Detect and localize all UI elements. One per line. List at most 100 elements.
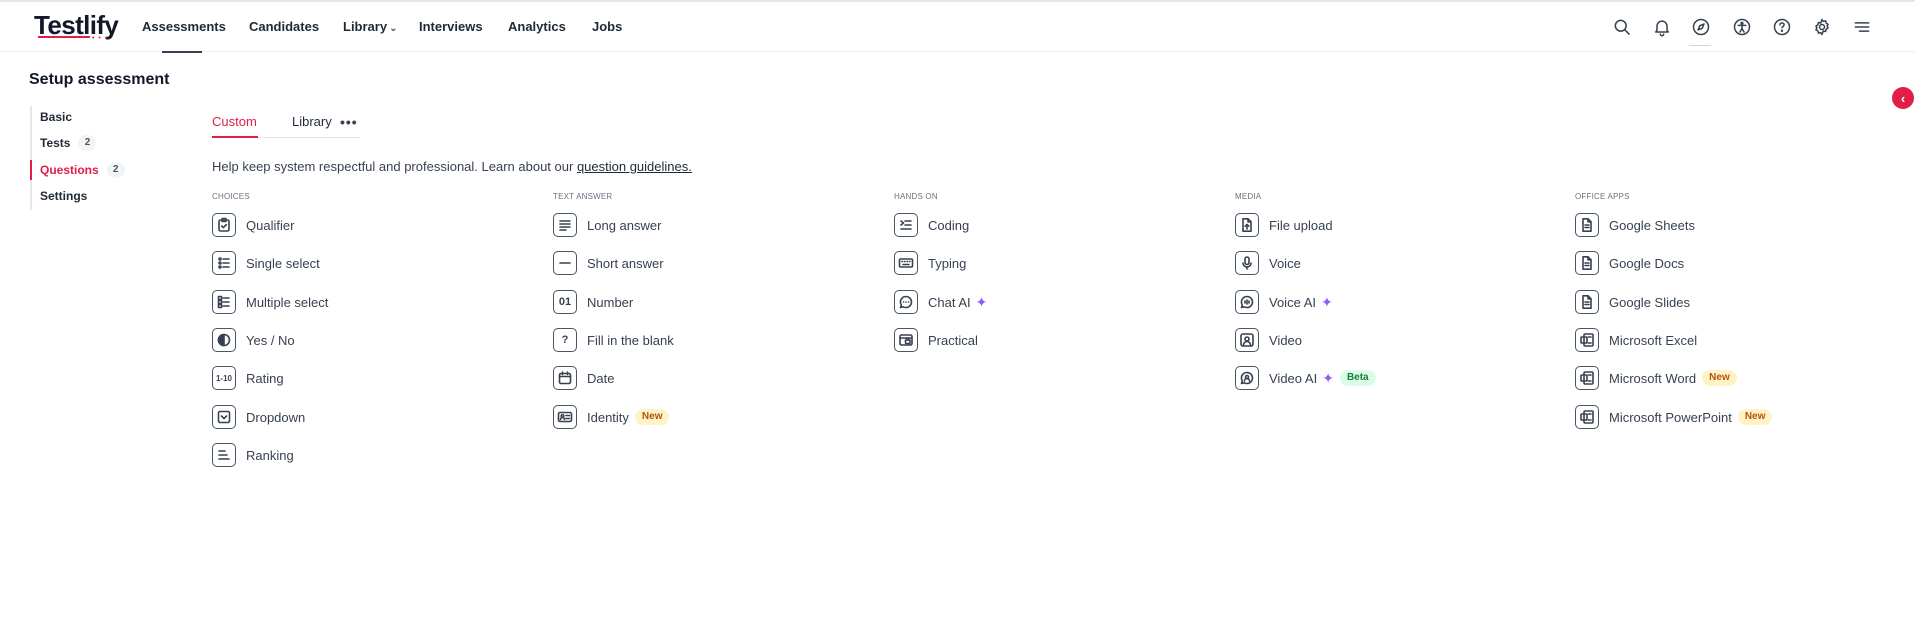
doc-icon: [1575, 213, 1599, 237]
question-type-label: Rating: [246, 370, 284, 386]
search-icon[interactable]: [1611, 16, 1633, 38]
question-type-label: Video: [1269, 332, 1303, 348]
question-type-label: Multiple select: [246, 294, 329, 310]
question-type-label: Ranking: [246, 447, 294, 463]
question-type-google-slides[interactable]: Google Slides: [1575, 290, 1690, 314]
step-label: Tests: [40, 136, 71, 150]
step-tests[interactable]: Tests 2: [40, 135, 97, 151]
question-blank-icon: ?: [553, 328, 577, 352]
microphone-icon: [1235, 251, 1259, 275]
chat-icon: [894, 290, 918, 314]
question-type-video-ai[interactable]: Video AI ✦ Beta: [1235, 366, 1376, 390]
question-type-video[interactable]: Video: [1235, 328, 1302, 352]
question-type-label: Microsoft Word: [1609, 370, 1697, 386]
question-type-voice-ai[interactable]: Voice AI ✦: [1235, 290, 1333, 314]
question-type-label: Google Docs: [1609, 255, 1685, 271]
question-type-label: Microsoft Excel: [1609, 332, 1698, 348]
question-type-label: Identity: [587, 409, 629, 425]
setup-steps-nav: Basic Tests 2 Questions 2 Settings: [30, 106, 130, 210]
compass-icon[interactable]: [1690, 16, 1712, 38]
keyboard-icon: [894, 251, 918, 275]
question-type-label: Practical: [928, 332, 978, 348]
nav-jobs[interactable]: Jobs: [592, 19, 622, 34]
question-type-long-answer[interactable]: Long answer: [553, 213, 661, 237]
question-type-label: Fill in the blank: [587, 332, 674, 348]
question-type-yes-no[interactable]: Yes / No: [212, 328, 295, 352]
step-settings[interactable]: Settings: [40, 189, 87, 203]
tab-custom[interactable]: Custom: [212, 114, 257, 129]
tab-library[interactable]: Library: [292, 114, 332, 129]
doc-icon: [1575, 290, 1599, 314]
question-type-number[interactable]: 01 Number: [553, 290, 633, 314]
logo-underline: [38, 36, 90, 38]
nav-candidates[interactable]: Candidates: [249, 19, 319, 34]
step-active-indicator: [30, 160, 32, 180]
question-type-single-select[interactable]: Single select: [212, 251, 320, 275]
question-type-rating[interactable]: 1-10 Rating: [212, 366, 284, 390]
ai-sparkle-icon: ✦: [975, 294, 988, 310]
question-type-short-answer[interactable]: Short answer: [553, 251, 664, 275]
question-type-date[interactable]: Date: [553, 366, 614, 390]
question-type-dropdown[interactable]: Dropdown: [212, 405, 305, 429]
question-type-file-upload[interactable]: File upload: [1235, 213, 1333, 237]
doc-icon: [1575, 251, 1599, 275]
step-label: Settings: [40, 189, 88, 203]
office-icon: [1575, 366, 1599, 390]
question-type-coding[interactable]: Coding: [894, 213, 969, 237]
question-type-typing[interactable]: Typing: [894, 251, 966, 275]
question-type-label: Date: [587, 370, 615, 386]
nav-assessments[interactable]: Assessments: [142, 19, 226, 34]
page-title: Setup assessment: [29, 71, 170, 88]
list-multiple-icon: [212, 290, 236, 314]
question-type-label: Typing: [928, 255, 967, 271]
question-type-label: Dropdown: [246, 409, 306, 425]
question-type-label: Yes / No: [246, 332, 295, 348]
nav-active-indicator: [162, 51, 202, 53]
question-guidelines-link[interactable]: question guidelines.: [577, 159, 692, 174]
chevron-left-icon: ‹: [1900, 90, 1906, 106]
bell-icon[interactable]: [1651, 16, 1673, 38]
question-type-google-docs[interactable]: Google Docs: [1575, 251, 1684, 275]
ai-sparkle-icon: ✦: [1322, 370, 1334, 386]
question-type-multiple-select[interactable]: Multiple select: [212, 290, 328, 314]
question-type-microsoft-word[interactable]: Microsoft Word New: [1575, 366, 1737, 390]
step-questions[interactable]: Questions 2: [40, 162, 125, 178]
question-type-fill-in-the-blank[interactable]: ? Fill in the blank: [553, 328, 674, 352]
chevron-down-icon: ⌄: [389, 23, 398, 34]
category-hands-on: HANDS ON: [894, 192, 938, 201]
dropdown-icon: [212, 405, 236, 429]
question-type-label: Microsoft PowerPoint: [1609, 409, 1732, 425]
logo-dots: • • •: [92, 35, 109, 42]
question-type-chat-ai[interactable]: Chat AI ✦: [894, 290, 987, 314]
question-type-ranking[interactable]: Ranking: [212, 443, 294, 467]
half-circle-icon: [212, 328, 236, 352]
voice-ai-icon: [1235, 290, 1259, 314]
accessibility-icon[interactable]: [1731, 16, 1753, 38]
settings-icon[interactable]: [1811, 16, 1833, 38]
question-type-label: Video AI: [1269, 370, 1318, 386]
question-type-google-sheets[interactable]: Google Sheets: [1575, 213, 1695, 237]
question-type-voice[interactable]: Voice: [1235, 251, 1301, 275]
question-type-label: Google Sheets: [1609, 217, 1696, 233]
question-type-qualifier[interactable]: Qualifier: [212, 213, 294, 237]
nav-library[interactable]: Library ⌄: [343, 19, 397, 34]
top-navbar: Testlify • • • Assessments Candidates Li…: [0, 2, 1915, 53]
menu-icon[interactable]: [1851, 16, 1873, 38]
nav-analytics[interactable]: Analytics: [508, 19, 566, 34]
nav-interviews[interactable]: Interviews: [419, 19, 483, 34]
more-options-icon[interactable]: •••: [340, 114, 358, 130]
question-type-microsoft-excel[interactable]: Microsoft Excel: [1575, 328, 1697, 352]
office-icon: [1575, 405, 1599, 429]
category-media: MEDIA: [1235, 192, 1262, 201]
short-line-icon: [553, 251, 577, 275]
question-type-identity[interactable]: Identity New: [553, 405, 670, 429]
question-type-label: Coding: [928, 217, 970, 233]
list-single-icon: [212, 251, 236, 275]
question-type-microsoft-powerpoint[interactable]: Microsoft PowerPoint New: [1575, 405, 1773, 429]
video-icon: [1235, 328, 1259, 352]
step-basic[interactable]: Basic: [40, 110, 72, 124]
help-icon[interactable]: [1771, 16, 1793, 38]
office-icon: [1575, 328, 1599, 352]
question-type-practical[interactable]: Practical: [894, 328, 978, 352]
collapse-panel-button[interactable]: ‹: [1892, 87, 1914, 109]
